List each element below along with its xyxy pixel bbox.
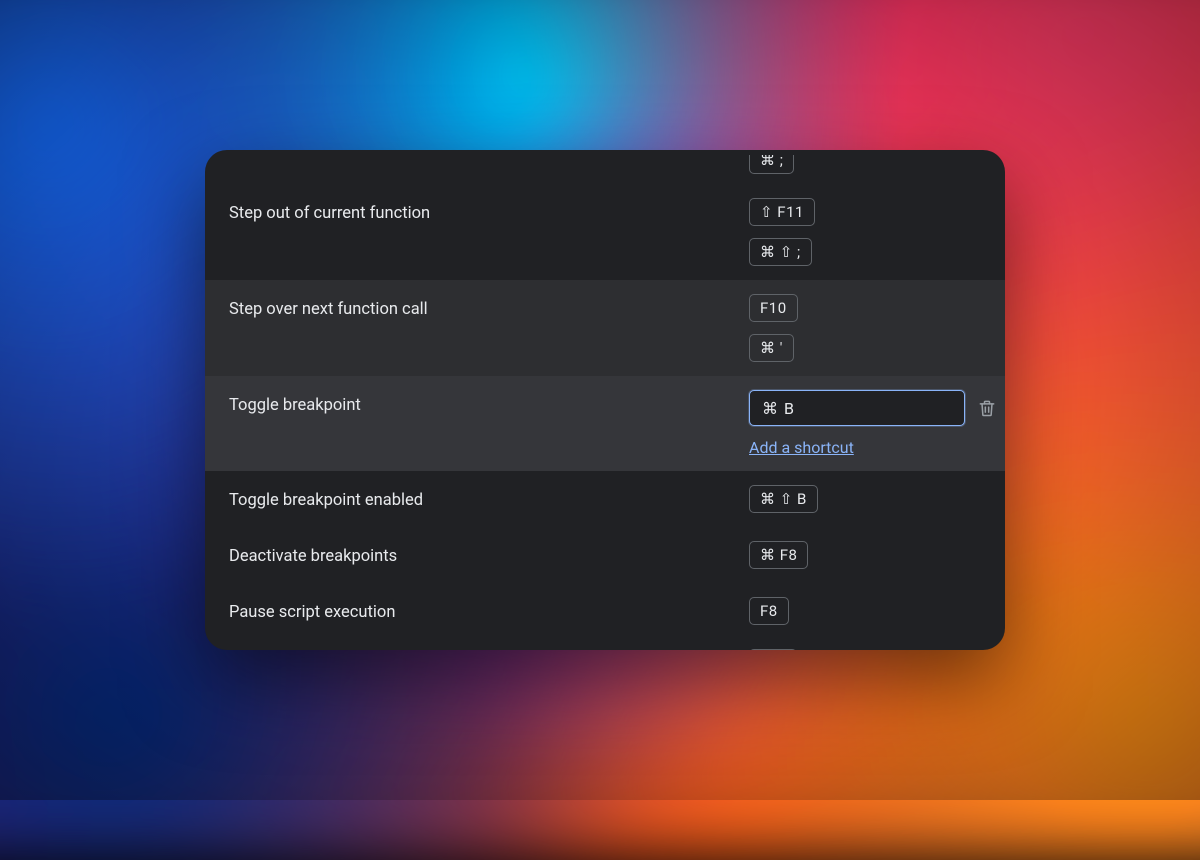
shortcut-key[interactable]: ⌘ ⇧ B	[749, 485, 818, 513]
shortcut-label: Step out of current function	[229, 198, 749, 223]
shortcut-key[interactable]: ⌘ '	[749, 334, 794, 362]
shortcut-label: Step over next function call	[229, 294, 749, 319]
shortcut-key[interactable]: ⌘ \	[749, 649, 797, 650]
delete-shortcut-icon[interactable]	[977, 397, 997, 419]
shortcut-key[interactable]: ⌘ F8	[749, 541, 808, 569]
shortcut-row-pause-script: Pause script execution F8	[205, 583, 1005, 639]
shortcut-row-deactivate-breakpoints: Deactivate breakpoints ⌘ F8	[205, 527, 1005, 583]
shortcut-key[interactable]: F10	[749, 294, 798, 322]
shortcut-row-partial-bottom: ⌘ \	[205, 639, 1005, 650]
add-shortcut-link[interactable]: Add a shortcut	[749, 438, 854, 457]
shortcut-row-partial-top: ⌘ ;	[205, 150, 1005, 184]
shortcut-key[interactable]: ⌘ ⇧ ;	[749, 238, 812, 266]
shortcut-row-toggle-breakpoint: Toggle breakpoint ⌘ B Add a shortcut	[205, 376, 1005, 471]
shortcuts-settings-panel: ⌘ ; Step out of current function ⇧ F11 ⌘…	[205, 150, 1005, 650]
shortcut-key[interactable]: ⇧ F11	[749, 198, 815, 226]
shortcut-row-toggle-breakpoint-enabled: Toggle breakpoint enabled ⌘ ⇧ B	[205, 471, 1005, 527]
shortcut-label: Deactivate breakpoints	[229, 541, 749, 566]
shortcut-row-step-out: Step out of current function ⇧ F11 ⌘ ⇧ ;	[205, 184, 1005, 280]
shortcut-key[interactable]: F8	[749, 597, 789, 625]
shortcut-label: Toggle breakpoint enabled	[229, 485, 749, 510]
shortcut-label: Pause script execution	[229, 597, 749, 622]
shortcut-label: Toggle breakpoint	[229, 390, 749, 415]
shortcut-edit-input[interactable]: ⌘ B	[749, 390, 965, 426]
shortcut-row-step-over: Step over next function call F10 ⌘ '	[205, 280, 1005, 376]
shortcut-key[interactable]: ⌘ ;	[749, 155, 794, 174]
